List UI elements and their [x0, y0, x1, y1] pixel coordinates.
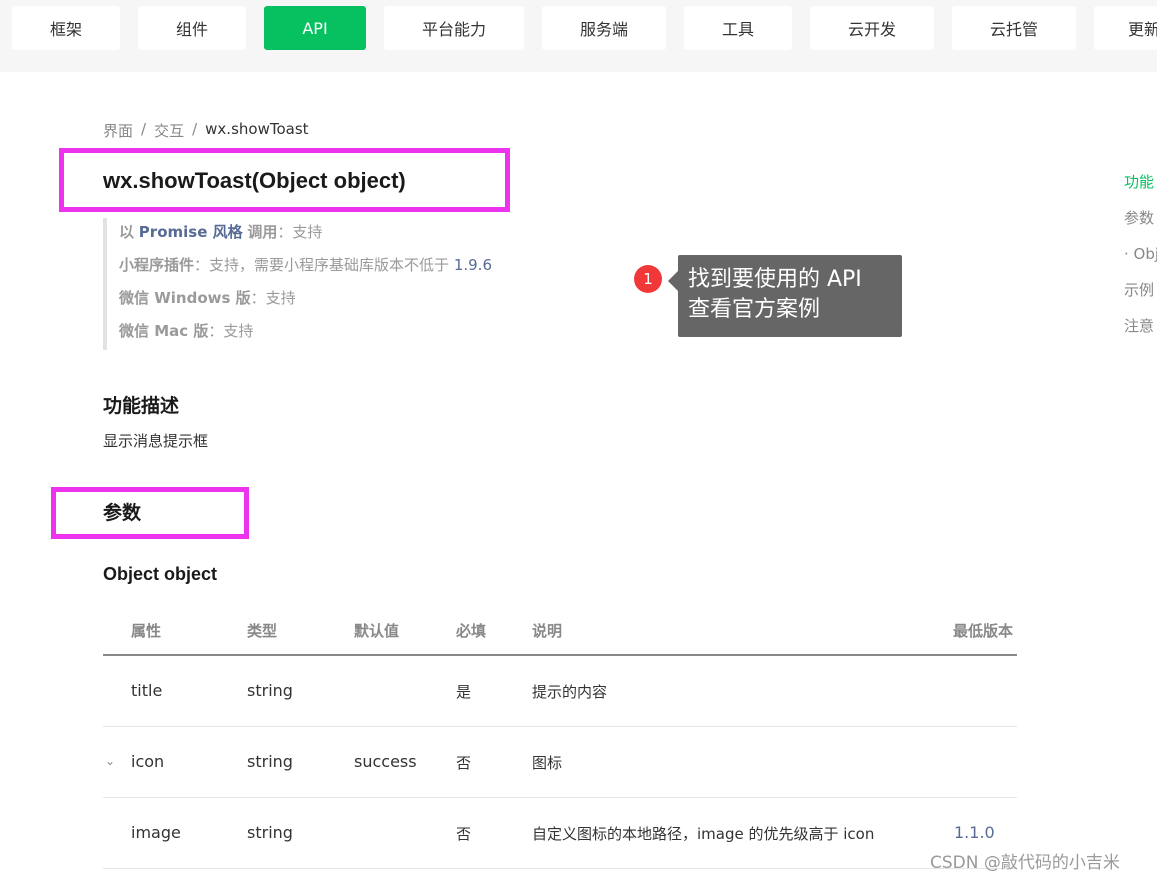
- annotation-line-2: 查看官方案例: [688, 297, 821, 322]
- params-heading: 参数: [103, 502, 142, 524]
- page-title: wx.showToast(Object object): [103, 168, 406, 193]
- support-promise-suffix: 调用: [247, 223, 278, 241]
- table-row: image string 否 自定义图标的本地路径，image 的优先级高于 i…: [103, 798, 1017, 869]
- col-header-desc: 说明: [532, 622, 563, 640]
- table-row: title string 是 提示的内容: [103, 656, 1017, 727]
- toc-item-params[interactable]: 参数: [1124, 208, 1157, 244]
- support-info: 以 Promise 风格 调用：支持 小程序插件：支持，需要小程序基础库版本不低…: [103, 218, 492, 350]
- cell-version[interactable]: 1.1.0: [954, 823, 995, 842]
- col-header-default: 默认值: [354, 622, 400, 640]
- col-header-required: 必填: [456, 622, 487, 640]
- cell-desc: 提示的内容: [532, 683, 608, 701]
- support-plugin-label: 小程序插件: [119, 256, 195, 274]
- col-header-attr: 属性: [131, 622, 162, 640]
- nav-item-cloud-hosting[interactable]: 云托管: [952, 6, 1076, 50]
- cell-attr: title: [131, 681, 163, 700]
- breadcrumb-separator: /: [192, 120, 198, 138]
- breadcrumb-item-ui[interactable]: 界面: [103, 120, 133, 141]
- feature-description: 显示消息提示框: [103, 432, 209, 450]
- nav-item-updates[interactable]: 更新: [1094, 6, 1157, 50]
- support-plugin-value: 支持，需要小程序基础库版本不低于: [209, 256, 450, 274]
- cell-attr: image: [131, 823, 181, 842]
- toc-item-feature[interactable]: 功能: [1124, 172, 1157, 208]
- cell-attr: icon: [131, 752, 165, 771]
- nav-item-api[interactable]: API: [264, 6, 366, 50]
- highlight-box-params: [51, 487, 249, 539]
- cell-desc: 图标: [532, 754, 563, 772]
- breadcrumb-item-current: wx.showToast: [205, 120, 309, 138]
- toc-item-object[interactable]: · Obj: [1124, 244, 1157, 280]
- support-mac-label: 微信 Mac 版: [119, 322, 209, 340]
- nav-item-server[interactable]: 服务端: [542, 6, 666, 50]
- support-plugin-version: 1.9.6: [453, 256, 492, 274]
- cell-type: string: [247, 681, 293, 700]
- chevron-down-icon[interactable]: ⌄: [105, 754, 115, 768]
- object-heading: Object object: [103, 564, 218, 584]
- col-header-version: 最低版本: [953, 622, 1014, 640]
- feature-heading: 功能描述: [103, 395, 180, 417]
- cell-default: success: [354, 752, 417, 771]
- toc-item-example[interactable]: 示例: [1124, 280, 1157, 316]
- promise-style-link[interactable]: Promise 风格: [139, 223, 243, 241]
- cell-required: 是: [456, 683, 472, 701]
- cell-required: 否: [456, 754, 472, 772]
- breadcrumb: 界面 / 交互 / wx.showToast: [103, 120, 309, 141]
- annotation-callout: 找到要使用的 API 查看官方案例: [668, 255, 902, 337]
- cell-desc: 自定义图标的本地路径，image 的优先级高于 icon: [532, 825, 875, 843]
- support-mac: 微信 Mac 版：支持: [119, 322, 254, 340]
- nav-item-tools[interactable]: 工具: [684, 6, 792, 50]
- nav-item-cloud-dev[interactable]: 云开发: [810, 6, 934, 50]
- support-windows-label: 微信 Windows 版: [119, 289, 251, 307]
- support-windows-value: 支持: [265, 289, 296, 307]
- col-header-type: 类型: [247, 622, 278, 640]
- cell-required: 否: [456, 825, 472, 843]
- table-header: 属性 类型 默认值 必填 说明 最低版本: [103, 604, 1017, 656]
- table-of-contents: 功能 参数 · Obj 示例 注意: [1124, 172, 1157, 352]
- support-windows: 微信 Windows 版：支持: [119, 289, 296, 307]
- cell-type: string: [247, 823, 293, 842]
- toc-item-notes[interactable]: 注意: [1124, 316, 1157, 352]
- annotation-line-1: 找到要使用的 API: [688, 267, 862, 292]
- support-promise-prefix: 以: [119, 223, 135, 241]
- annotation-number-badge: 1: [634, 265, 662, 293]
- support-promise-value: 支持: [292, 223, 323, 241]
- nav-item-platform[interactable]: 平台能力: [384, 6, 524, 50]
- cell-type: string: [247, 752, 293, 771]
- support-promise: 以 Promise 风格 调用：支持: [119, 223, 323, 241]
- breadcrumb-separator: /: [141, 120, 147, 138]
- support-mac-value: 支持: [223, 322, 254, 340]
- table-row[interactable]: ⌄ icon string success 否 图标: [103, 727, 1017, 798]
- support-plugin: 小程序插件：支持，需要小程序基础库版本不低于 1.9.6: [119, 256, 492, 274]
- breadcrumb-item-interaction[interactable]: 交互: [154, 120, 184, 141]
- watermark: CSDN @敲代码的小吉米: [930, 853, 1120, 873]
- nav-item-components[interactable]: 组件: [138, 6, 246, 50]
- top-nav: 框架 组件 API 平台能力 服务端 工具 云开发 云托管 更新: [0, 0, 1157, 72]
- params-table: 属性 类型 默认值 必填 说明 最低版本 title string 是 提示的内…: [103, 604, 1017, 869]
- nav-item-framework[interactable]: 框架: [12, 6, 120, 50]
